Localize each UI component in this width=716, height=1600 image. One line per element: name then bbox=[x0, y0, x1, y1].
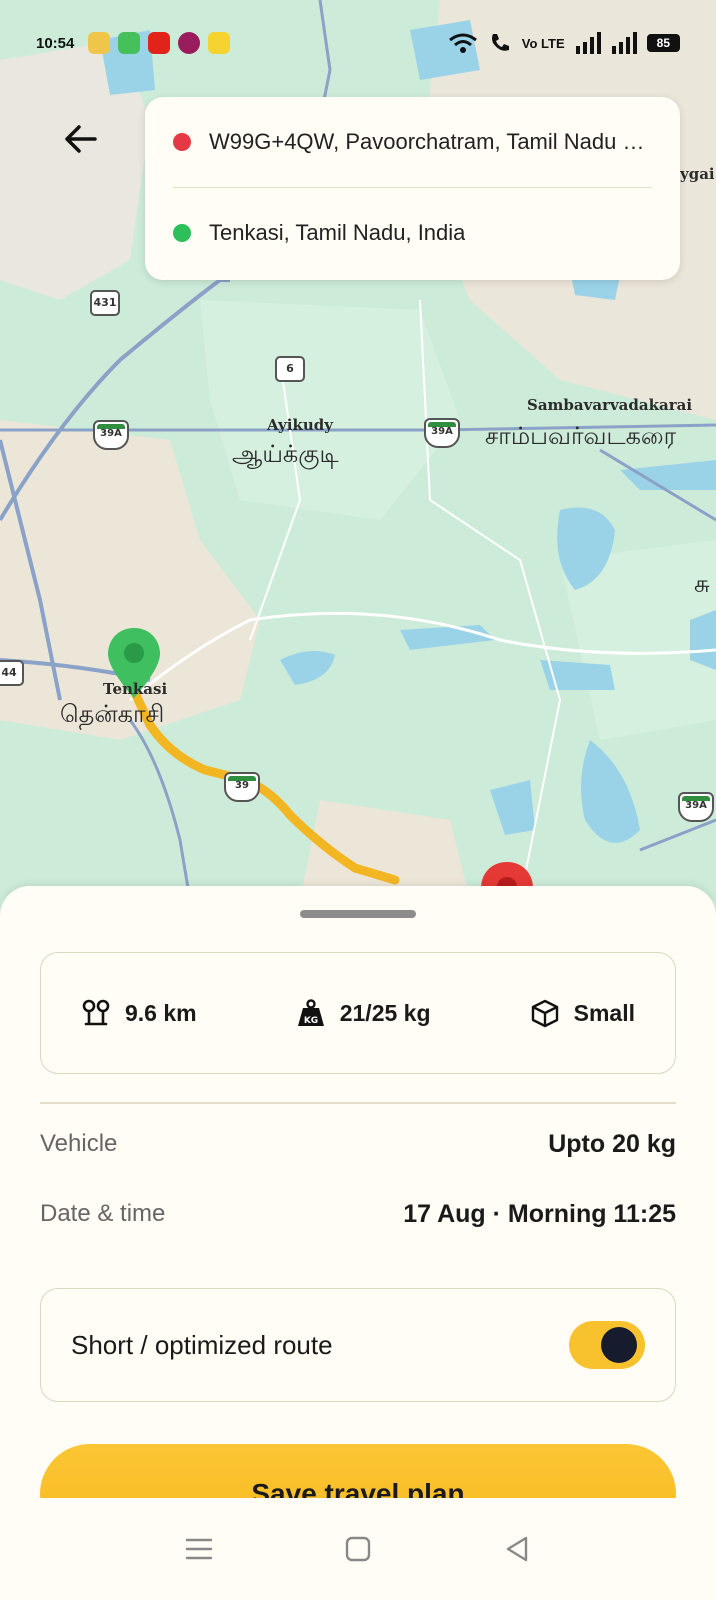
svg-text:KG: KG bbox=[304, 1016, 318, 1026]
notification-meesho-icon bbox=[178, 32, 201, 54]
status-bar: 10:54 Vo LTE 85 bbox=[0, 22, 716, 64]
optimized-route-toggle[interactable] bbox=[569, 1321, 645, 1369]
distance-value: 9.6 km bbox=[125, 999, 197, 1026]
map-label-ygai: ygai bbox=[680, 165, 715, 183]
map-label-tamil-right: சு bbox=[694, 570, 710, 598]
signal-strength-icon bbox=[575, 32, 601, 54]
vehicle-value: Upto 20 kg bbox=[548, 1129, 676, 1158]
pickup-address: W99G+4QW, Pavoorchatram, Tamil Nadu 6278… bbox=[209, 129, 652, 154]
map-label-tenkasi: Tenkasi bbox=[103, 680, 168, 698]
address-card[interactable]: W99G+4QW, Pavoorchatram, Tamil Nadu 6278… bbox=[145, 97, 680, 280]
optimized-route-label: Short / optimized route bbox=[71, 1329, 333, 1360]
road-shield-39a-east: 39A bbox=[424, 418, 460, 448]
pickup-address-row[interactable]: W99G+4QW, Pavoorchatram, Tamil Nadu 6278… bbox=[173, 97, 652, 187]
datetime-label: Date & time bbox=[40, 1200, 166, 1227]
distance-stat: 9.6 km bbox=[81, 998, 197, 1028]
back-button[interactable] bbox=[56, 115, 104, 163]
back-nav-button[interactable] bbox=[493, 1525, 541, 1573]
system-nav-bar bbox=[0, 1498, 716, 1600]
road-shield-44: 44 bbox=[0, 660, 24, 686]
road-shield-39: 39 bbox=[224, 772, 260, 802]
map-label-ayikudy-tamil: ஆய்க்குடி bbox=[232, 440, 339, 468]
wifi-calling-icon bbox=[491, 34, 509, 51]
road-shield-431: 431 bbox=[90, 290, 120, 316]
wifi-icon bbox=[448, 33, 477, 53]
drop-address: Tenkasi, Tamil Nadu, India bbox=[209, 220, 466, 245]
drop-address-row[interactable]: Tenkasi, Tamil Nadu, India bbox=[173, 188, 652, 278]
package-box-icon bbox=[531, 999, 558, 1028]
notification-messages-icon bbox=[118, 32, 141, 54]
arrow-left-icon bbox=[65, 125, 97, 153]
map-label-ayikudy: Ayikudy bbox=[267, 416, 333, 434]
weight-kg-icon: KG bbox=[297, 999, 324, 1026]
road-shield-6: 6 bbox=[275, 356, 305, 382]
bottom-sheet: 9.6 km KG 21/25 kg Small Vehicle Upto 20… bbox=[0, 886, 716, 1600]
trip-stats-card: 9.6 km KG 21/25 kg Small bbox=[40, 952, 676, 1074]
notification-airtel-icon bbox=[148, 32, 171, 54]
road-shield-39a-south: 39A bbox=[678, 792, 714, 822]
recent-apps-button[interactable] bbox=[175, 1525, 223, 1573]
datetime-value: 17 Aug · Morning 11:25 bbox=[403, 1199, 676, 1228]
optimized-route-card: Short / optimized route bbox=[40, 1288, 676, 1402]
vehicle-row: Vehicle Upto 20 kg bbox=[40, 1114, 676, 1174]
size-stat: Small bbox=[530, 998, 635, 1028]
road-shield-39a-west: 39A bbox=[93, 420, 129, 450]
drag-handle[interactable] bbox=[300, 910, 416, 918]
map-label-sambavarvadakarai: Sambavarvadakarai bbox=[527, 396, 693, 414]
size-value: Small bbox=[573, 999, 635, 1026]
signal-strength-sim2-icon bbox=[611, 32, 637, 54]
map-label-tenkasi-tamil: தென்காசி bbox=[60, 700, 165, 728]
back-triangle-icon bbox=[506, 1536, 527, 1562]
notification-flipkart-icon bbox=[208, 32, 231, 54]
weight-value: 21/25 kg bbox=[339, 999, 431, 1026]
route-distance-icon bbox=[82, 999, 110, 1026]
network-type: Vo LTE bbox=[521, 35, 565, 51]
home-button[interactable] bbox=[334, 1525, 382, 1573]
map-label-sambavarvadakarai-tamil: சாம்பவர்வடகரை bbox=[485, 422, 677, 450]
pickup-dot-icon bbox=[173, 133, 191, 151]
vehicle-label: Vehicle bbox=[40, 1130, 118, 1157]
status-right-group: Vo LTE 85 bbox=[448, 31, 680, 55]
weight-stat: KG 21/25 kg bbox=[296, 998, 431, 1028]
drop-dot-icon bbox=[173, 224, 191, 242]
menu-lines-icon bbox=[186, 1538, 213, 1560]
home-square-icon bbox=[345, 1536, 371, 1562]
status-time: 10:54 bbox=[36, 34, 75, 52]
battery-level: 85 bbox=[646, 34, 680, 52]
notification-app-icon bbox=[88, 32, 111, 54]
toggle-knob bbox=[601, 1327, 637, 1363]
section-divider bbox=[40, 1102, 676, 1104]
datetime-row: Date & time 17 Aug · Morning 11:25 bbox=[40, 1184, 676, 1244]
